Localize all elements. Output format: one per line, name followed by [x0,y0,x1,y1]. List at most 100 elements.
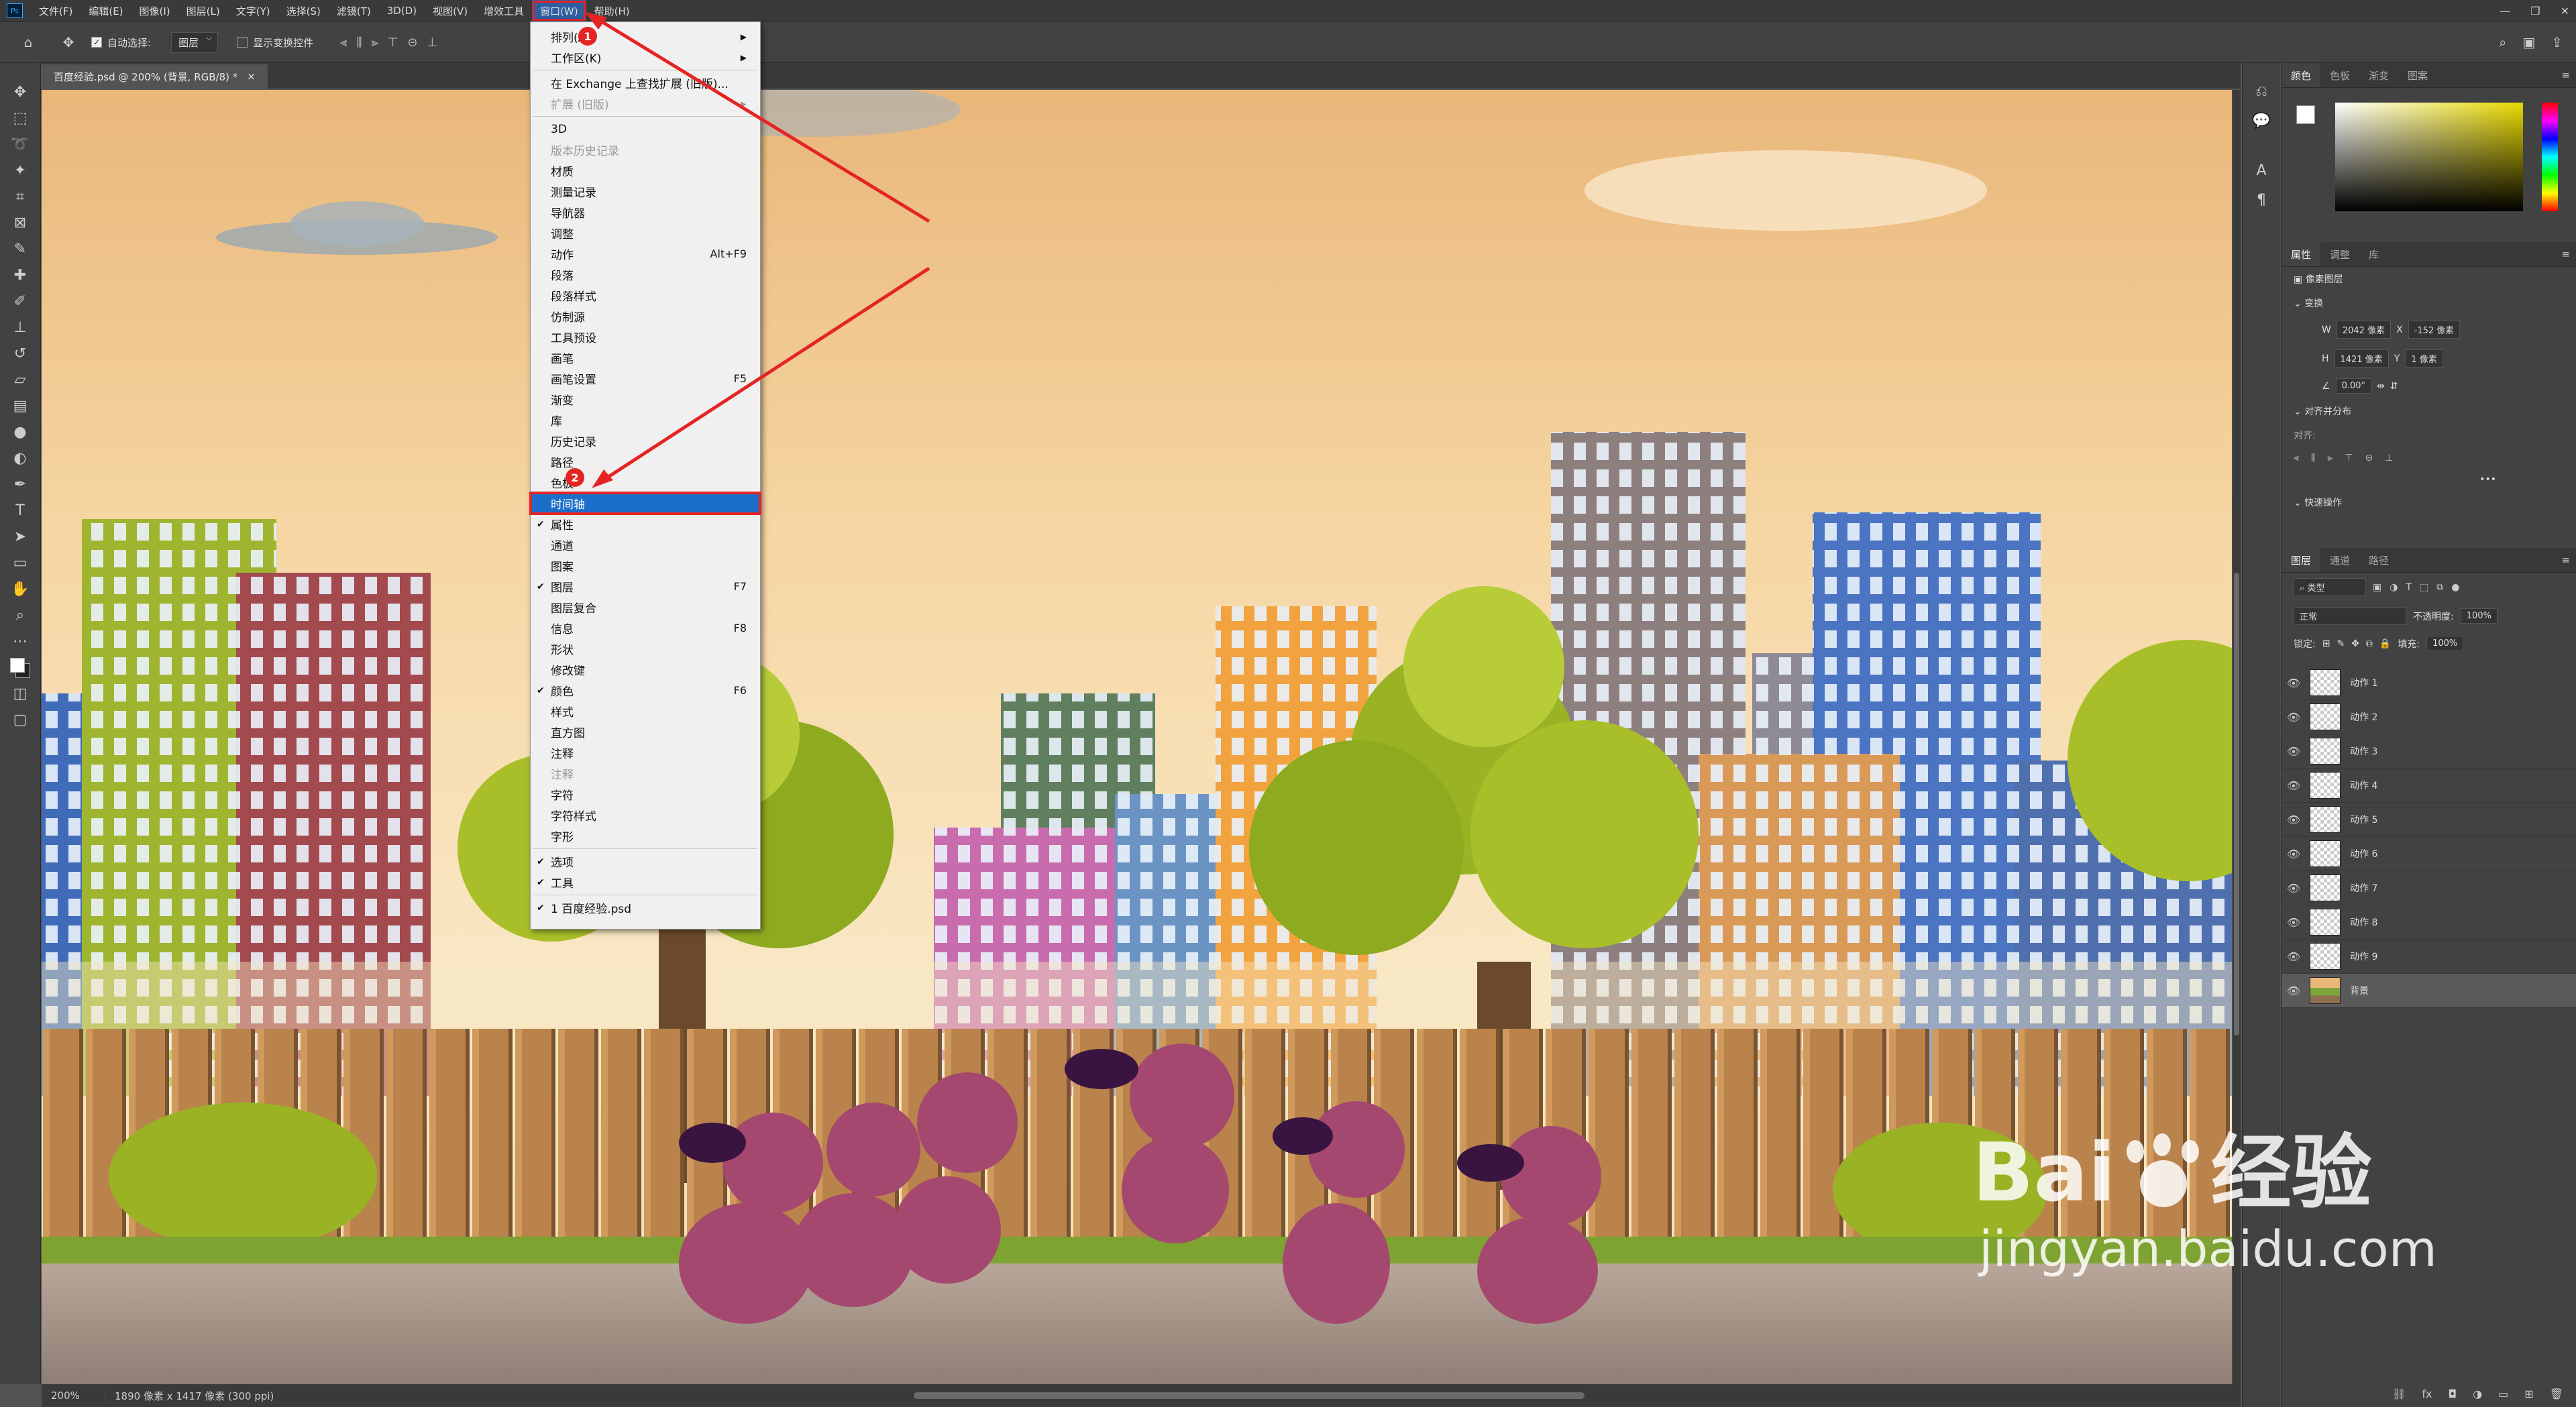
menu-type[interactable]: 文字(Y) [228,0,278,21]
pen-tool-icon[interactable]: ✒ [0,471,40,498]
window-menu-item[interactable]: ✔ 工具 [531,872,760,893]
horizontal-scrollbar[interactable] [914,1392,1585,1399]
close-tab-icon[interactable]: × [247,70,256,82]
menu-plugins[interactable]: 增效工具 [476,0,532,21]
menu-edit[interactable]: 编辑(E) [80,0,131,21]
filter-type-icon[interactable]: T [2406,582,2412,593]
gradient-tool-icon[interactable]: ▤ [0,393,40,419]
lasso-tool-icon[interactable]: ➰ [0,131,40,158]
window-menu-item[interactable]: 仿制源 [531,306,760,327]
layer-row[interactable]: 👁 动作 5 [2282,803,2576,837]
visibility-eye-icon[interactable]: 👁 [2282,916,2306,929]
workspace-icon[interactable]: ▣ [2522,34,2535,50]
window-menu-item[interactable]: 排列(A) ▶ [531,26,760,47]
window-menu-item[interactable]: ✔ 颜色 F6 [531,680,760,701]
menu-view[interactable]: 视图(V) [425,0,476,21]
window-menu-item[interactable]: 时间轴 [529,492,761,515]
window-menu-item[interactable]: ✔ 1 百度经验.psd [531,897,760,918]
color-swatches-icon[interactable] [0,655,40,681]
align-left-icon[interactable]: ⫷ [340,36,347,50]
window-menu-item[interactable]: 段落 [531,264,760,285]
window-menu-item[interactable]: 历史记录 [531,431,760,451]
type-tool-icon[interactable]: T [0,498,40,524]
window-menu-item[interactable]: 工具预设 [531,327,760,347]
layer-row[interactable]: 👁 动作 4 [2282,769,2576,803]
window-menu-item[interactable]: 导航器 [531,202,760,223]
tab-properties[interactable]: 属性 [2282,242,2321,266]
flip-horizontal-icon[interactable]: ⇹ [2377,381,2385,392]
layer-row[interactable]: 👁 动作 3 [2282,734,2576,769]
window-menu-item[interactable]: 调整 [531,223,760,243]
tab-layers[interactable]: 图层 [2282,548,2321,572]
layer-style-icon[interactable]: fx [2422,1388,2432,1400]
window-menu-item[interactable]: 图案 [531,555,760,576]
window-menu-item[interactable]: 字形 [531,826,760,846]
scrollbar-thumb[interactable] [2234,573,2239,1035]
width-field[interactable]: 2042 像素 [2336,321,2392,339]
window-menu-item[interactable]: 画笔设置 F5 [531,368,760,389]
healing-tool-icon[interactable]: ✚ [0,262,40,288]
visibility-eye-icon[interactable]: 👁 [2282,950,2306,963]
visibility-eye-icon[interactable]: 👁 [2282,984,2306,997]
align-center-icon[interactable]: ⫼ [356,36,362,50]
more-options[interactable]: ••• [2282,469,2576,490]
window-menu-item[interactable]: 修改键 [531,659,760,680]
foreground-color-swatch[interactable] [2296,105,2315,124]
tab-swatches[interactable]: 色板 [2320,63,2359,87]
window-menu-item[interactable]: 3D [531,119,760,139]
rectangle-tool-icon[interactable]: ▭ [0,550,40,576]
window-menu-item[interactable]: 渐变 [531,389,760,410]
move-tool-icon[interactable]: ✥ [55,29,82,56]
magic-wand-tool-icon[interactable]: ✦ [0,158,40,184]
window-menu-item[interactable]: 形状 [531,638,760,659]
window-menu-item[interactable]: 测量记录 [531,181,760,202]
window-menu-item[interactable]: ✔ 图层 F7 [531,576,760,597]
window-menu-item[interactable]: 字符样式 [531,805,760,826]
zoom-level[interactable]: 200% [42,1390,105,1402]
color-field[interactable] [2335,103,2523,211]
align-vcenter-icon[interactable]: ⊝ [2365,453,2373,463]
window-menu-item[interactable]: ✔ 选项 [531,851,760,872]
layer-mask-icon[interactable]: ◘ [2449,1388,2457,1400]
layer-row[interactable]: 👁 动作 9 [2282,940,2576,974]
angle-field[interactable]: 0.00° [2335,378,2372,394]
align-bottom-icon[interactable]: ⊥ [2385,453,2393,463]
crop-tool-icon[interactable]: ⌗ [0,184,40,210]
layer-row[interactable]: 👁 动作 6 [2282,837,2576,871]
visibility-eye-icon[interactable]: 👁 [2282,677,2306,689]
layer-row[interactable]: 👁 动作 7 [2282,871,2576,905]
height-field[interactable]: 1421 像素 [2334,349,2389,368]
layer-row[interactable]: 👁 动作 8 [2282,905,2576,940]
filter-toggle-icon[interactable]: ● [2451,582,2459,593]
dodge-tool-icon[interactable]: ◐ [0,445,40,471]
align-left-icon[interactable]: ⫷ [2294,453,2299,463]
tab-channels[interactable]: 通道 [2320,548,2359,572]
window-menu-item[interactable]: 动作 Alt+F9 [531,243,760,264]
brush-tool-icon[interactable]: ✐ [0,288,40,315]
align-top-icon[interactable]: ⊤ [2345,453,2353,463]
tab-libraries[interactable]: 库 [2359,242,2388,266]
frame-tool-icon[interactable]: ⊠ [0,210,40,236]
panel-menu-icon[interactable]: ≡ [2561,554,2570,566]
visibility-eye-icon[interactable]: 👁 [2282,813,2306,826]
history-brush-tool-icon[interactable]: ↺ [0,341,40,367]
window-menu-item[interactable]: 在 Exchange 上查找扩展 (旧版)... [531,72,760,93]
filter-pixel-icon[interactable]: ▣ [2373,582,2381,593]
window-menu-item[interactable]: 注释 [531,742,760,763]
eraser-tool-icon[interactable]: ▱ [0,367,40,393]
screen-mode-icon[interactable]: ▢ [0,707,40,733]
character-panel-icon[interactable]: A [2243,156,2280,185]
menu-help[interactable]: 帮助(H) [586,0,638,21]
window-menu-item[interactable]: 直方图 [531,722,760,742]
align-right-icon[interactable]: ⫸ [372,36,378,50]
window-menu-item[interactable]: 样式 [531,701,760,722]
lock-move-icon[interactable]: ✥ [2351,638,2359,649]
window-menu-item[interactable]: 工作区(K) ▶ [531,47,760,68]
document-tab[interactable]: 百度经验.psd @ 200% (背景, RGB/8) * × [42,64,268,89]
search-icon[interactable]: ⌕ [2499,34,2506,50]
layer-row[interactable]: 👁 动作 2 [2282,700,2576,734]
menu-file[interactable]: 文件(F) [31,0,80,21]
trash-icon[interactable]: 🗑 [2550,1388,2563,1400]
visibility-eye-icon[interactable]: 👁 [2282,779,2306,792]
menu-window[interactable]: 窗口(W) [532,0,586,21]
